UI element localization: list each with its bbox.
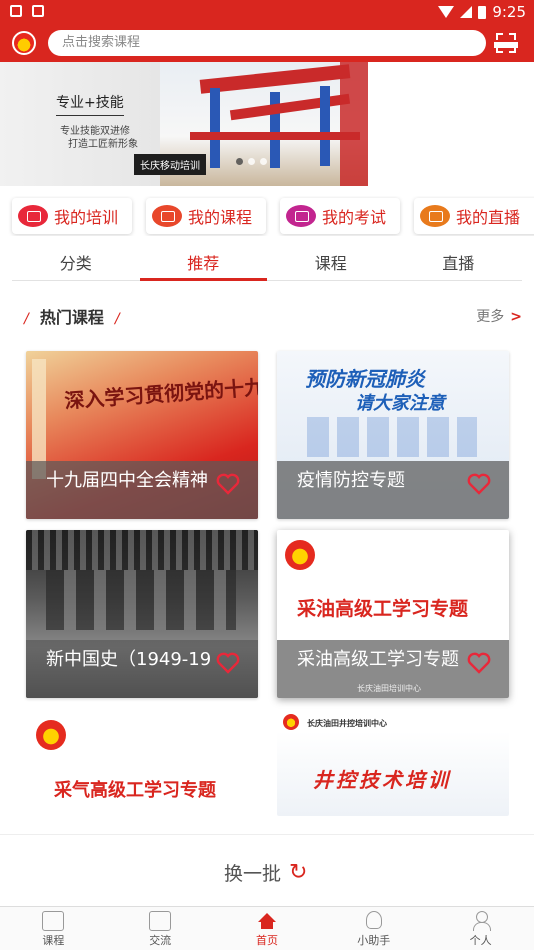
category-tabs: 分类 推荐 课程 直播 <box>12 250 522 281</box>
refresh-button[interactable]: 换一批 ↻ <box>224 859 307 886</box>
bulb-icon <box>365 911 382 929</box>
tab-courses[interactable]: 课程 <box>267 250 395 280</box>
chat-icon <box>149 911 172 931</box>
status-bar: 9:25 <box>0 0 534 24</box>
user-icon <box>472 911 491 931</box>
nav-label: 个人 <box>469 934 492 947</box>
shortcut-label: 我的培训 <box>54 208 119 227</box>
section-header: / 热门课程 / 更多 > <box>24 306 522 327</box>
scan-icon[interactable] <box>494 33 518 53</box>
favorite-heart-icon[interactable] <box>467 473 491 495</box>
course-footer: 长庆油田培训中心 <box>357 684 421 693</box>
app-notification-icon <box>32 5 44 17</box>
more-link[interactable]: 更多 > <box>476 306 522 326</box>
course-banner-text-2: 请大家注意 <box>355 393 445 414</box>
wifi-icon <box>438 6 455 18</box>
favorite-heart-icon[interactable] <box>467 652 491 674</box>
chevron-right-icon: > <box>510 309 522 325</box>
nav-label: 小助手 <box>357 934 391 947</box>
refresh-icon: ↻ <box>289 860 308 885</box>
course-card[interactable]: 新中国史（1949-19 <box>26 530 258 698</box>
nav-courses[interactable]: 课程 <box>0 907 107 950</box>
course-banner-text: 采气高级工学习专题 <box>54 780 216 801</box>
banner-subtitle-2: 打造工匠新形象 <box>68 139 138 150</box>
petrochina-logo-icon <box>283 714 299 730</box>
banner-image[interactable]: 专业+技能 专业技能双进修 打造工匠新形象 长庆移动培训 <box>0 62 368 186</box>
exam-icon <box>286 205 316 227</box>
petrochina-logo-icon <box>285 540 315 570</box>
nav-label: 交流 <box>149 934 172 947</box>
top-header: 点击搜索课程 <box>0 24 534 62</box>
tab-live[interactable]: 直播 <box>395 250 523 280</box>
nav-home[interactable]: 首页 <box>214 907 321 950</box>
favorite-heart-icon[interactable] <box>216 652 240 674</box>
refresh-area: 换一批 ↻ <box>0 834 534 906</box>
banner-tag: 长庆移动培训 <box>134 154 206 175</box>
banner-title: 专业+技能 <box>56 92 124 116</box>
live-icon <box>420 205 450 227</box>
course-card[interactable]: 长庆油田井控培训中心 井控技术培训 <box>277 710 509 816</box>
petrochina-logo-icon <box>12 31 36 55</box>
book-icon <box>42 911 65 931</box>
notification-icon <box>10 5 22 17</box>
shortcut-label: 我的考试 <box>322 208 387 227</box>
course-card[interactable]: 采油高级工学习专题 采油高级工学习专题 长庆油田培训中心 <box>277 530 509 698</box>
nav-exchange[interactable]: 交流 <box>107 907 214 950</box>
course-banner-text: 井控技术培训 <box>313 768 451 792</box>
shortcut-my-live[interactable]: 我的直播 <box>414 198 534 234</box>
course-card[interactable]: 深入学习贯彻党的十九届四中全会精神 十九届四中全会精神 <box>26 351 258 519</box>
nav-profile[interactable]: 个人 <box>427 907 534 950</box>
course-card[interactable]: 采气高级工学习专题 <box>26 710 258 816</box>
banner-pagination <box>236 158 267 165</box>
shortcut-my-courses[interactable]: 我的课程 <box>146 198 266 234</box>
shortcut-my-training[interactable]: 我的培训 <box>12 198 132 234</box>
search-placeholder: 点击搜索课程 <box>62 35 141 50</box>
petrochina-logo-icon <box>36 720 66 750</box>
refresh-label: 换一批 <box>224 863 282 885</box>
battery-icon <box>478 5 487 19</box>
course-banner-text-1: 预防新冠肺炎 <box>305 367 425 391</box>
course-card[interactable]: 预防新冠肺炎 请大家注意 疫情防控专题 <box>277 351 509 519</box>
shortcut-label: 我的直播 <box>456 208 521 227</box>
shortcut-label: 我的课程 <box>188 208 253 227</box>
course-banner-text: 深入学习贯彻党的十九届四中全会精神 <box>63 365 258 413</box>
section-title: 热门课程 <box>39 308 104 327</box>
tab-category[interactable]: 分类 <box>12 250 140 280</box>
shortcut-bar: 我的培训 我的课程 我的考试 我的直播 <box>0 196 534 236</box>
search-input[interactable]: 点击搜索课程 <box>48 30 486 56</box>
signal-icon <box>460 6 473 18</box>
course-icon <box>152 205 182 227</box>
more-label: 更多 <box>476 309 505 325</box>
nav-assistant[interactable]: 小助手 <box>320 907 427 950</box>
home-icon <box>257 913 276 929</box>
course-header-text: 长庆油田井控培训中心 <box>307 719 387 728</box>
tab-recommend[interactable]: 推荐 <box>139 250 268 281</box>
nav-label: 首页 <box>255 934 278 947</box>
bottom-nav: 课程 交流 首页 小助手 个人 <box>0 906 534 950</box>
status-time: 9:25 <box>492 3 526 21</box>
training-icon <box>18 205 48 227</box>
nav-label: 课程 <box>42 934 65 947</box>
favorite-heart-icon[interactable] <box>216 473 240 495</box>
shortcut-my-exams[interactable]: 我的考试 <box>280 198 400 234</box>
course-banner-text: 采油高级工学习专题 <box>297 598 469 620</box>
banner-carousel[interactable]: 专业+技能 专业技能双进修 打造工匠新形象 长庆移动培训 <box>0 62 534 186</box>
